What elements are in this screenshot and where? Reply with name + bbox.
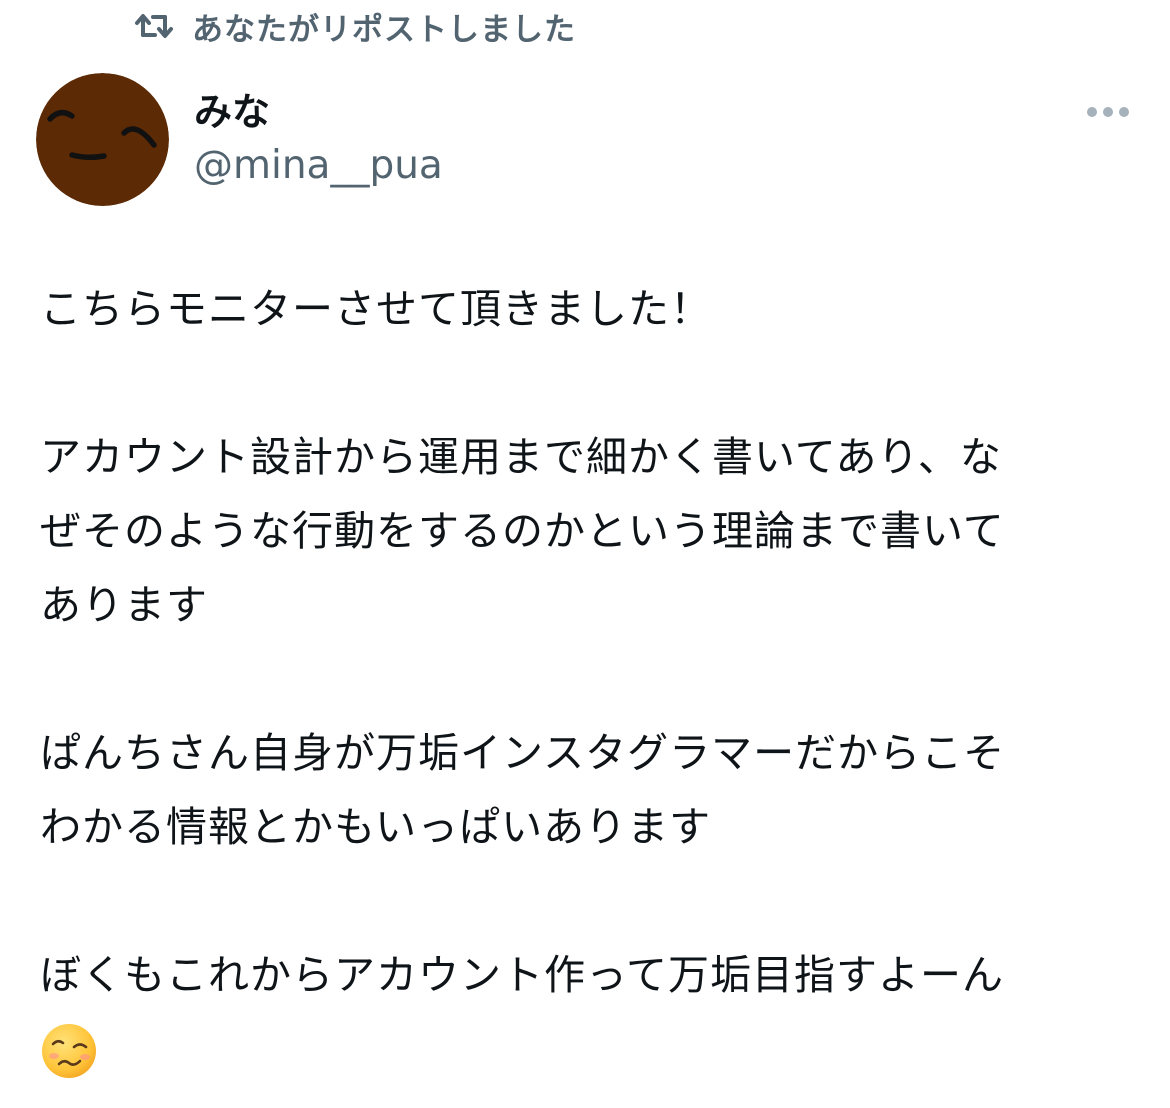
tweet-line: ぼくもこれからアカウント作って万垢目指すよーん bbox=[40, 951, 1004, 999]
emoji-line bbox=[40, 1012, 1140, 1086]
tweet-paragraph: ぱんちさん自身が万垢インスタグラマーだからこそ わかる情報とかもいっぱいあります bbox=[40, 716, 1140, 864]
tweet-line: ぱんちさん自身が万垢インスタグラマーだからこそ bbox=[40, 729, 1006, 777]
author-info: みな @mina__pua bbox=[194, 86, 443, 194]
tweet-text: こちらモニターさせて頂きました！ アカウント設計から運用まで細かく書いてあり、な… bbox=[40, 272, 1140, 1086]
woozy-face-emoji bbox=[40, 1022, 98, 1080]
repost-icon bbox=[134, 11, 174, 41]
author-display-name[interactable]: みな bbox=[194, 86, 443, 138]
tweet-line: わかる情報とかもいっぱいあります bbox=[40, 803, 712, 851]
tweet-line: こちらモニターさせて頂きました！ bbox=[40, 285, 712, 333]
author-handle[interactable]: @mina__pua bbox=[194, 138, 443, 194]
tweet-line: あります bbox=[40, 581, 208, 629]
avatar[interactable] bbox=[36, 73, 169, 206]
tweet-paragraph: こちらモニターさせて頂きました！ bbox=[40, 272, 1140, 346]
more-dots-icon bbox=[1087, 107, 1129, 117]
repost-header: あなたがリポストしました bbox=[134, 4, 576, 48]
tweet-line: ぜそのような行動をするのかという理論まで書いて bbox=[40, 507, 1005, 555]
tweet-paragraph: ぼくもこれからアカウント作って万垢目指すよーん bbox=[40, 938, 1140, 1086]
tweet-line: アカウント設計から運用まで細かく書いてあり、な bbox=[40, 433, 1002, 481]
tweet-paragraph: アカウント設計から運用まで細かく書いてあり、な ぜそのような行動をするのかという… bbox=[40, 420, 1140, 642]
more-options-button[interactable] bbox=[1080, 96, 1136, 128]
repost-label: あなたがリポストしました bbox=[192, 11, 576, 48]
